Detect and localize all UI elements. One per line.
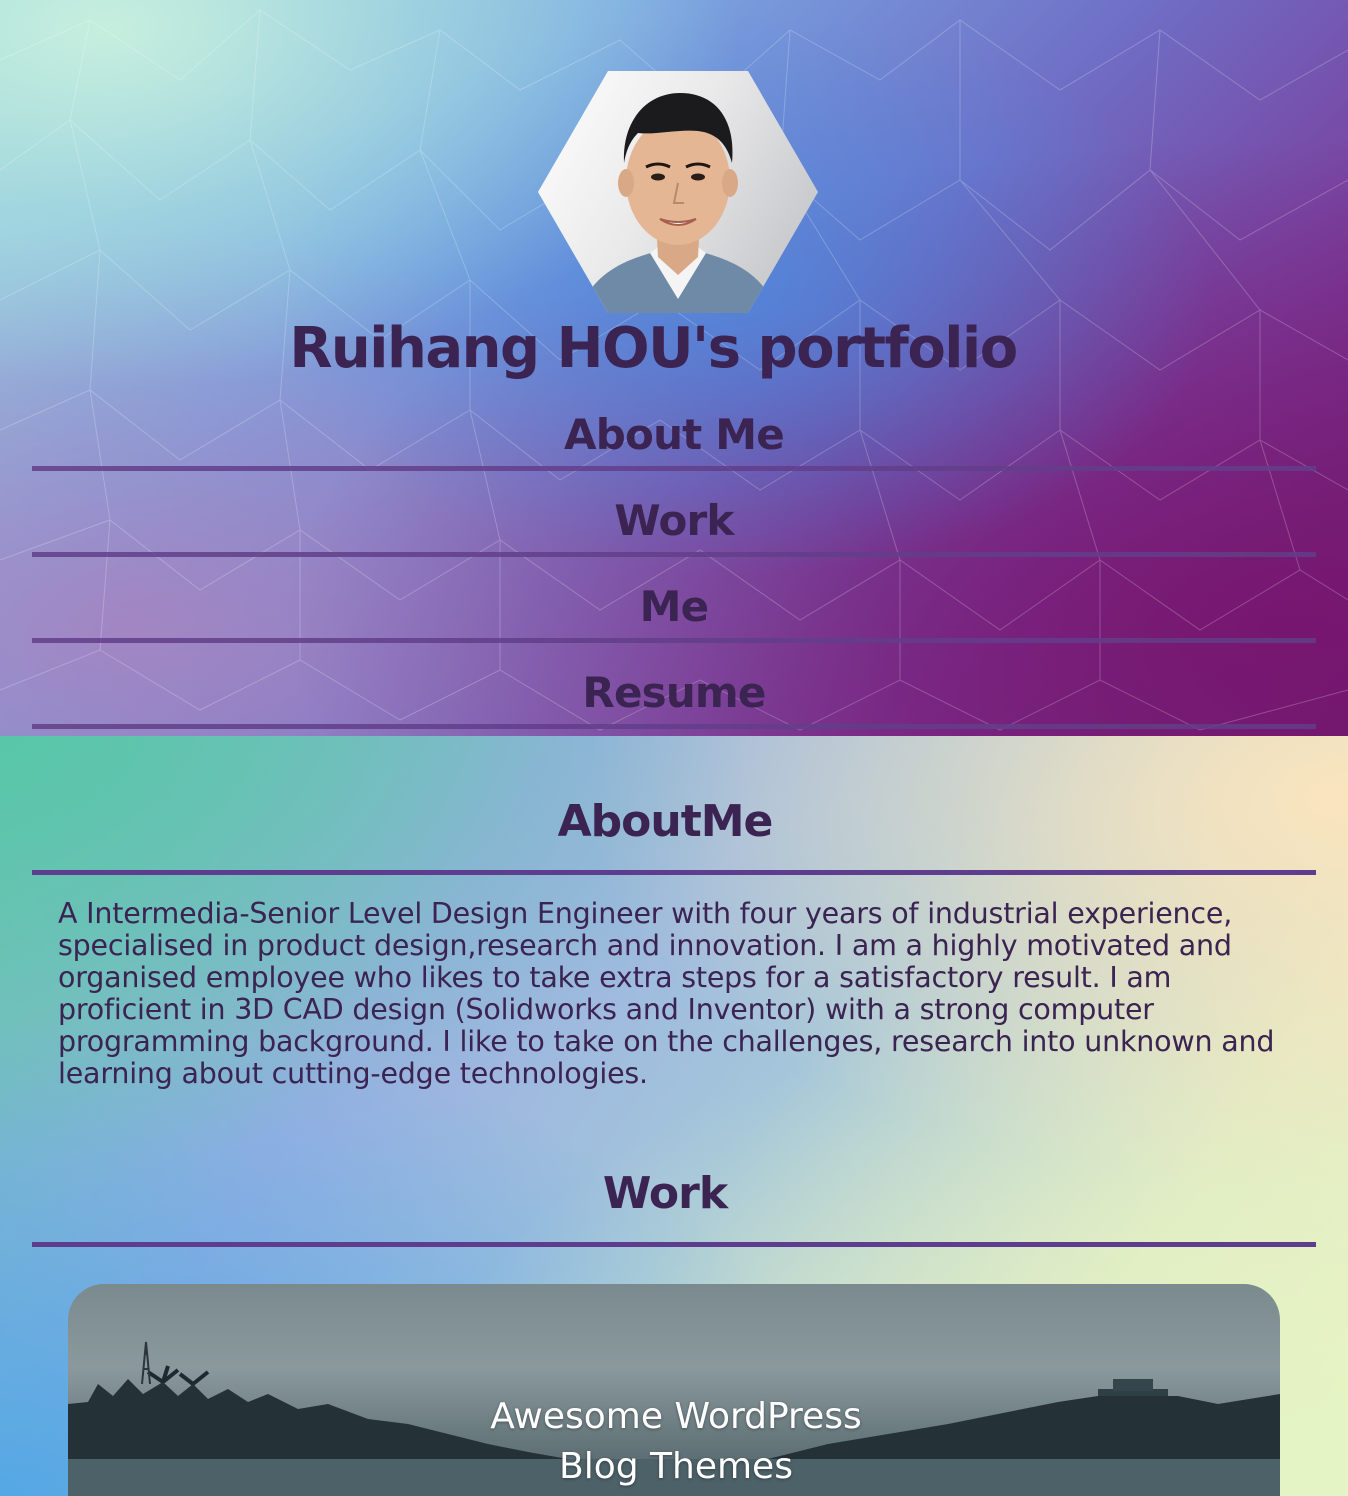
page-title: Ruihang HOU's portfolio [289,316,1018,381]
nav-about-me[interactable]: About Me [32,404,1316,490]
nav-divider [32,552,1316,557]
nav-divider [32,466,1316,471]
work-card-title: Awesome WordPress Blog Themes [68,1392,1280,1492]
work-divider [32,1242,1316,1247]
work-heading: Work [602,1168,728,1219]
work-card[interactable]: Awesome WordPress Blog Themes [68,1284,1280,1496]
nav-work[interactable]: Work [32,490,1316,576]
nav-divider [32,638,1316,643]
about-heading: AboutMe [557,796,774,847]
header-banner: Ruihang HOU's portfolio About Me Work Me… [0,0,1348,736]
about-line: A Intermedia-Senior Level Design Enginee… [58,897,1233,930]
nav-me[interactable]: Me [32,576,1316,662]
nav-divider [32,724,1316,729]
about-line: organised employee who likes to take ext… [58,961,1172,994]
about-line: specialised in product design,research a… [58,929,1232,962]
about-paragraph: A Intermedia-Senior Level Design Enginee… [58,898,1308,1090]
main-nav: About Me Work Me Resume [32,404,1316,736]
about-line: proficient in 3D CAD design (Solidworks … [58,993,1154,1026]
about-line: programming background. I like to take o… [58,1025,1275,1058]
work-card-title-line: Blog Themes [559,1446,793,1487]
about-line: learning about cutting-edge technologies… [58,1057,648,1090]
about-divider [32,870,1316,875]
main-content: AboutMe A Intermedia-Senior Level Design… [0,736,1348,1496]
work-card-title-line: Awesome WordPress [490,1396,862,1437]
